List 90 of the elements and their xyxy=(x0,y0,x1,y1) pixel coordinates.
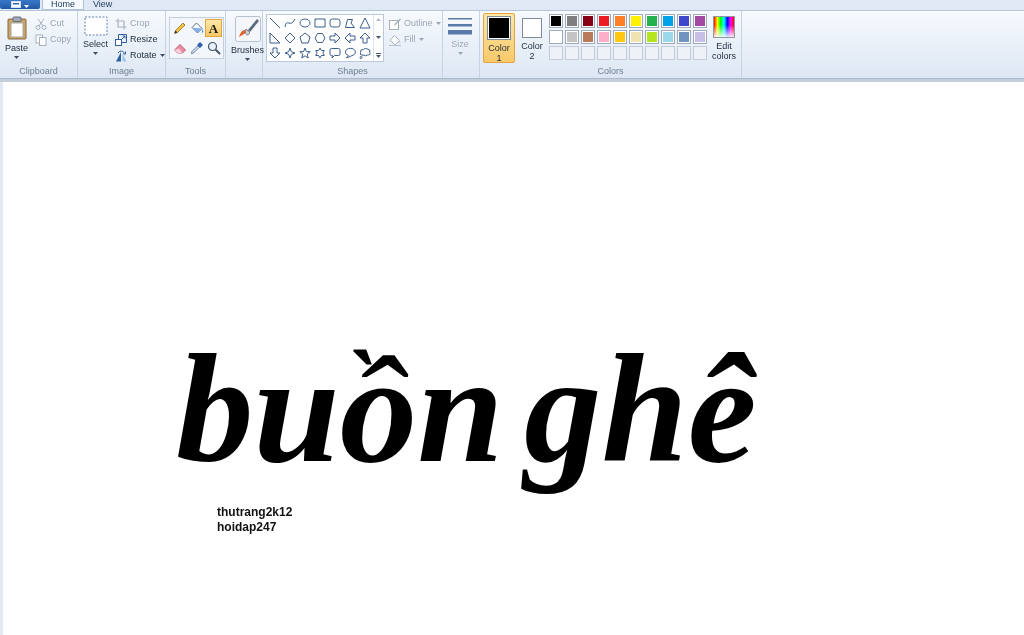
palette-swatch[interactable] xyxy=(581,30,595,44)
palette-swatch[interactable] xyxy=(677,30,691,44)
palette-swatch[interactable] xyxy=(661,14,675,28)
rounded-callout-icon[interactable] xyxy=(329,47,341,59)
diamond-icon[interactable] xyxy=(284,32,296,44)
paste-button[interactable]: Paste xyxy=(3,13,30,62)
palette-swatch[interactable] xyxy=(693,30,707,44)
line-thickness-icon xyxy=(448,16,472,36)
magnifier-tool-button[interactable] xyxy=(205,39,222,57)
triangle-icon[interactable] xyxy=(359,17,371,29)
right-arrow-icon[interactable] xyxy=(329,32,341,44)
eyedropper-icon xyxy=(189,41,204,55)
group-label: Shapes xyxy=(336,65,369,77)
oval-callout-icon[interactable] xyxy=(344,47,356,59)
color-spectrum-icon xyxy=(713,16,735,38)
dashed-rectangle-icon xyxy=(83,16,108,36)
ribbon-tab[interactable]: View xyxy=(84,0,122,10)
palette-swatch[interactable] xyxy=(597,14,611,28)
palette-swatch[interactable] xyxy=(565,30,579,44)
caret-icon xyxy=(93,52,98,55)
scissors-icon xyxy=(35,17,47,30)
palette-swatch[interactable] xyxy=(629,30,643,44)
palette-swatch[interactable] xyxy=(549,30,563,44)
palette-swatch[interactable] xyxy=(693,14,707,28)
palette-swatch[interactable] xyxy=(661,30,675,44)
caret-icon xyxy=(24,4,29,8)
edit-colors-button[interactable]: Edit colors xyxy=(710,13,738,64)
color-picker-tool-button[interactable] xyxy=(188,39,205,57)
rotate-icon xyxy=(115,49,127,62)
primary-color-button[interactable]: Color 1 xyxy=(483,13,515,63)
caret-icon xyxy=(435,22,441,25)
scroll-down-icon[interactable] xyxy=(376,35,381,39)
eraser-icon xyxy=(172,41,187,55)
caret-icon xyxy=(245,58,250,61)
caret-icon xyxy=(14,56,19,59)
group-label: Tools xyxy=(184,65,207,77)
caret-icon xyxy=(418,38,424,41)
down-arrow-icon[interactable] xyxy=(269,47,281,59)
text-tool-button[interactable]: A xyxy=(205,19,222,37)
magnifier-icon xyxy=(206,41,221,55)
cloud-callout-icon[interactable] xyxy=(359,47,371,59)
group-label: Image xyxy=(108,65,135,77)
oval-icon[interactable] xyxy=(299,17,311,29)
palette-swatch[interactable] xyxy=(565,14,579,28)
app-menu-button[interactable] xyxy=(0,0,40,9)
palette-swatch[interactable] xyxy=(613,14,627,28)
caret-icon xyxy=(457,52,463,55)
palette-swatch[interactable] xyxy=(645,14,659,28)
paint-bucket-icon xyxy=(189,21,204,35)
palette-swatch[interactable] xyxy=(629,14,643,28)
resize-icon xyxy=(115,33,127,46)
palette-swatch[interactable] xyxy=(597,30,611,44)
hand-lettering: buồn xyxy=(175,330,505,480)
palette-swatch[interactable] xyxy=(581,14,595,28)
rounded-rectangle-icon[interactable] xyxy=(329,17,341,29)
palette-swatch[interactable] xyxy=(613,30,627,44)
hexagon-icon[interactable] xyxy=(314,32,326,44)
four-point-star-icon[interactable] xyxy=(284,47,296,59)
window-icon xyxy=(11,1,21,8)
pages-icon xyxy=(35,33,47,46)
rectangle-icon[interactable] xyxy=(314,17,326,29)
up-arrow-icon[interactable] xyxy=(359,32,371,44)
signature-text: thutrang2k12 xyxy=(217,505,293,520)
pencil-icon xyxy=(172,21,187,35)
resize-button[interactable]: Resize xyxy=(113,32,167,47)
line-icon[interactable] xyxy=(269,17,281,29)
group-label: Colors xyxy=(596,65,625,77)
polygon-icon[interactable] xyxy=(344,17,356,29)
hand-lettering: ghê xyxy=(520,330,771,502)
palette-swatch[interactable] xyxy=(677,14,691,28)
right-triangle-icon[interactable] xyxy=(269,32,281,44)
curve-icon[interactable] xyxy=(284,17,296,29)
left-arrow-icon[interactable] xyxy=(344,32,356,44)
pencil-square-icon xyxy=(389,17,401,30)
rotate-button[interactable]: Rotate xyxy=(113,48,167,63)
palette-swatch[interactable] xyxy=(645,30,659,44)
signature-text: hoidap247 xyxy=(217,520,278,535)
six-point-star-icon[interactable] xyxy=(314,47,326,59)
pentagon-icon[interactable] xyxy=(299,32,311,44)
brushes-button[interactable]: Brushes xyxy=(229,13,267,64)
clipboard-icon xyxy=(6,16,27,40)
paint-bucket-icon xyxy=(389,33,401,46)
secondary-color-button[interactable]: Color 2 xyxy=(518,13,546,63)
five-point-star-icon[interactable] xyxy=(299,47,311,59)
expand-gallery-icon[interactable] xyxy=(376,53,381,58)
group-label: Clipboard xyxy=(18,65,59,77)
drawing-canvas[interactable]: buồnghê thutrang2k12 hoidap247 xyxy=(3,82,1024,635)
palette-swatch[interactable] xyxy=(549,14,563,28)
crop-icon xyxy=(115,17,127,30)
select-button[interactable]: Select xyxy=(81,13,110,58)
